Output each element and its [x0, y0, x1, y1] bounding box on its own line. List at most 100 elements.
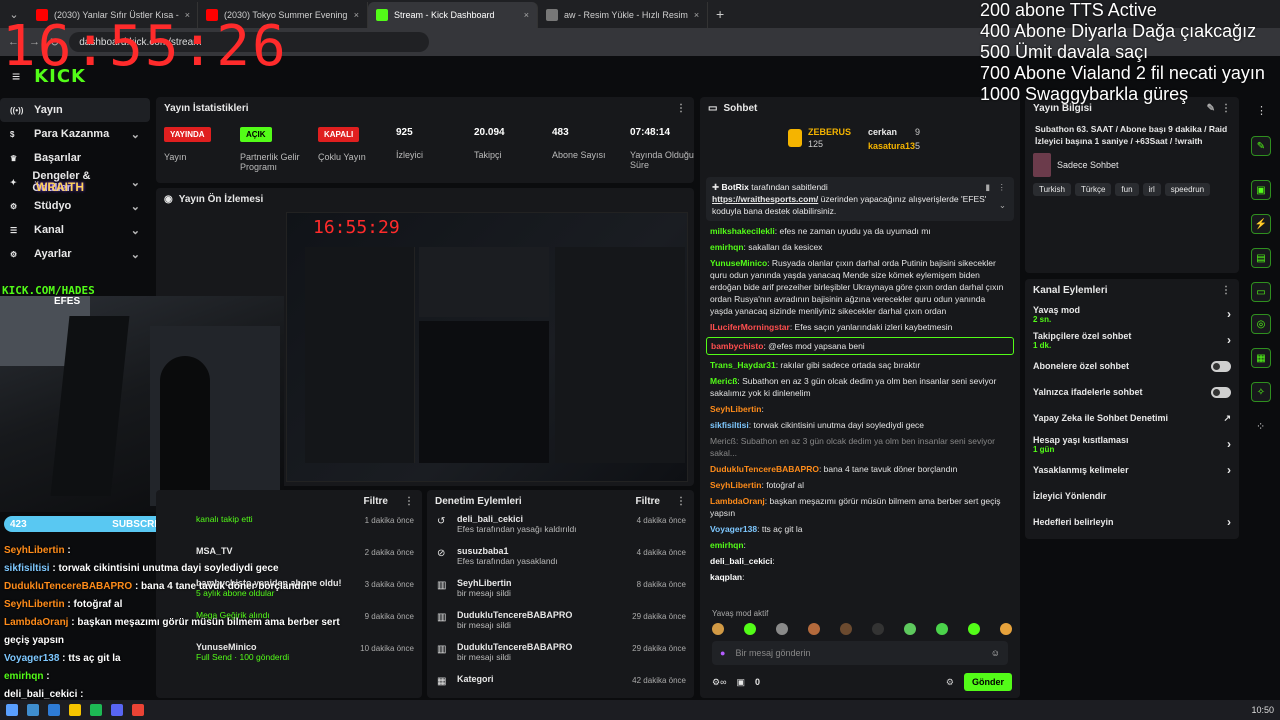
toggle-switch[interactable]	[1211, 386, 1231, 398]
broadcast-icon[interactable]: ◎	[1251, 314, 1271, 334]
chat-message[interactable]: ILuciferMorningstar: Efes saçın yanların…	[700, 319, 1020, 335]
task-app-icon[interactable]	[111, 704, 123, 716]
chat-username[interactable]: sikfisiltisi	[710, 420, 749, 430]
chevron-down-icon[interactable]: ⌄	[999, 199, 1006, 211]
task-app-icon[interactable]	[69, 704, 81, 716]
emote-icon[interactable]	[744, 623, 756, 635]
chat-message[interactable]: Voyager138: tts aç git la	[700, 521, 1020, 537]
sidebar-item[interactable]: $ Para Kazanma ⌄	[0, 122, 150, 146]
emote-icon[interactable]	[808, 623, 820, 635]
tag-chip[interactable]: irl	[1142, 183, 1161, 196]
emote-icon[interactable]	[776, 623, 788, 635]
kebab-icon[interactable]: ⋮	[676, 103, 686, 114]
chat-username[interactable]: ILuciferMorningstar	[710, 322, 790, 332]
pinned-message[interactable]: ✚ BotRix tarafından sabitlendi ▮ ⋮ https:/…	[706, 177, 1014, 221]
pin-badge-icon[interactable]: ▮	[985, 181, 990, 193]
emote-icon[interactable]	[936, 623, 948, 635]
channel-action-item[interactable]: Yalnızca ifadelerle sohbet	[1025, 379, 1239, 405]
task-app-icon[interactable]	[48, 704, 60, 716]
chat-message[interactable]: deli_bali_cekici:	[700, 553, 1020, 569]
chevron-right-icon[interactable]: ›	[1227, 463, 1231, 477]
chat-bubble-icon[interactable]: ▭	[1251, 282, 1271, 302]
emote-icon[interactable]	[1000, 623, 1012, 635]
tag-chip[interactable]: fun	[1115, 183, 1139, 196]
chat-username[interactable]: LambdaOranj	[710, 496, 765, 506]
dots-icon[interactable]: ⁘	[1256, 420, 1265, 433]
chat-username[interactable]: kaqplan	[710, 572, 742, 582]
more-icon[interactable]: ⋮	[1256, 104, 1267, 117]
chat-message[interactable]: SeyhLibertin:	[700, 401, 1020, 417]
layers-icon[interactable]: ▦	[1251, 348, 1271, 368]
emote-icon[interactable]	[840, 623, 852, 635]
channel-action-item[interactable]: Yapay Zeka ile Sohbet Denetimi ↗	[1025, 405, 1239, 431]
pinned-link[interactable]: https://wraithesports.com/	[712, 194, 818, 204]
channel-action-item[interactable]: Hesap yaşı kısıtlaması 1 gün ›	[1025, 431, 1239, 457]
kebab-icon[interactable]: ⋮	[998, 181, 1007, 193]
chat-message[interactable]: Mericß: Subathon en az 3 gün olcak dedim…	[700, 373, 1020, 401]
chat-username[interactable]: SeyhLibertin	[710, 404, 761, 414]
chat-username[interactable]: SeyhLibertin	[710, 480, 761, 490]
chat-input[interactable]: ● Bir mesaj gönderin ☺	[712, 641, 1008, 665]
task-app-icon[interactable]	[27, 704, 39, 716]
mic-icon[interactable]: ●	[720, 648, 725, 658]
chat-username[interactable]: YunuseMinico	[710, 258, 767, 268]
gift-icon[interactable]: ▣	[736, 677, 745, 688]
channel-action-item[interactable]: Takipçilere özel sohbet 1 dk. ›	[1025, 327, 1239, 353]
chat-username[interactable]: Trans_Haydar31	[710, 360, 776, 370]
task-app-icon[interactable]	[132, 704, 144, 716]
kebab-icon[interactable]: ⋮	[1221, 285, 1231, 296]
external-link-icon[interactable]: ↗	[1223, 413, 1231, 424]
task-app-icon[interactable]	[90, 704, 102, 716]
browser-tab[interactable]: aw - Resim Yükle - Hızlı Resim ×	[538, 2, 708, 28]
sidebar-item[interactable]: ☰ Kanal ⌄	[0, 218, 150, 242]
emoji-icon[interactable]: ☺	[991, 648, 1000, 658]
chat-message[interactable]: SeyhLibertin: fotoğraf al	[700, 477, 1020, 493]
chat-message[interactable]: kaqplan:	[700, 569, 1020, 585]
channel-action-item[interactable]: İzleyici Yönlendir	[1025, 483, 1239, 509]
sidebar-item[interactable]: ♛ Başarılar	[0, 146, 150, 170]
chat-message[interactable]: Trans_Haydar31: rakılar gibi sadece orta…	[700, 357, 1020, 373]
close-icon[interactable]: ×	[354, 10, 359, 20]
chat-message[interactable]: YunuseMinico: Rusyada olanlar çıxın darh…	[700, 255, 1020, 319]
chat-username[interactable]: deli_bali_cekici	[710, 556, 772, 566]
toggle-switch[interactable]	[1211, 360, 1231, 372]
channel-action-item[interactable]: Abonelere özel sohbet	[1025, 353, 1239, 379]
channel-action-item[interactable]: Yasaklanmış kelimeler ›	[1025, 457, 1239, 483]
channel-action-item[interactable]: Hedefleri belirleyin ›	[1025, 509, 1239, 535]
sidebar-item[interactable]: ⚙ Stüdyo ⌄	[0, 194, 150, 218]
note-icon[interactable]: ▤	[1251, 248, 1271, 268]
chat-message[interactable]: milkshakecilekli: efes ne zaman uyudu ya…	[700, 223, 1020, 239]
leader-2-name[interactable]: cerkan	[868, 127, 897, 137]
chat-tools-icon[interactable]: ⚙∞	[712, 677, 726, 688]
chat-username[interactable]: emirhqn	[710, 242, 744, 252]
tag-chip[interactable]: speedrun	[1164, 183, 1211, 196]
chat-username[interactable]: Voyager138	[710, 524, 757, 534]
pinned-by[interactable]: BotRix	[721, 182, 748, 192]
chat-message[interactable]: sikfisiltisi: torwak cikintisini unutma …	[700, 417, 1020, 433]
lightning-icon[interactable]: ⚡	[1251, 214, 1271, 234]
pen-icon[interactable]: ✎	[1251, 136, 1271, 156]
browser-tab[interactable]: Stream - Kick Dashboard ×	[368, 2, 538, 28]
chat-message[interactable]: emirhqn:	[700, 537, 1020, 553]
stream-preview[interactable]: 16:55:29	[286, 212, 688, 482]
channel-action-item[interactable]: Yavaş mod 2 sn. ›	[1025, 301, 1239, 327]
chat-username[interactable]: Mericß	[710, 376, 737, 386]
chevron-right-icon[interactable]: ›	[1227, 515, 1231, 529]
chevron-right-icon[interactable]: ›	[1227, 307, 1231, 321]
chat-username[interactable]: bambychisto	[711, 341, 763, 351]
chevron-right-icon[interactable]: ›	[1227, 333, 1231, 347]
chat-username[interactable]: emirhqn	[710, 540, 744, 550]
chat-username[interactable]: DudukluTencereBABAPRO	[710, 464, 819, 474]
sidebar-item[interactable]: ((•)) Yayın	[0, 98, 150, 122]
category-name[interactable]: Sadece Sohbet	[1057, 160, 1119, 170]
chat-message[interactable]: DudukluTencereBABAPRO: bana 4 tane tavuk…	[700, 461, 1020, 477]
emote-icon[interactable]	[872, 623, 884, 635]
chat-username[interactable]: milkshakecilekli	[710, 226, 775, 236]
activity-filter[interactable]: Filtre	[364, 496, 388, 507]
category-thumbnail[interactable]	[1033, 153, 1051, 177]
emote-icon[interactable]	[968, 623, 980, 635]
chat-message[interactable]: bambychisto: @efes mod yapsana beni	[706, 337, 1014, 355]
wrench-icon[interactable]: ✧	[1251, 382, 1271, 402]
emote-icon[interactable]	[712, 623, 724, 635]
emote-icon[interactable]	[904, 623, 916, 635]
